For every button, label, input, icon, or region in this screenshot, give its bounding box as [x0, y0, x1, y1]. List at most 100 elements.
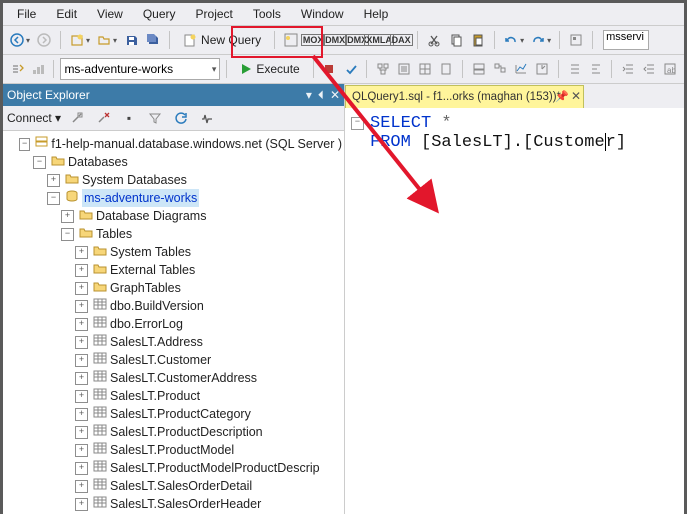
outdent-button[interactable]: [640, 59, 659, 79]
indent-button[interactable]: [618, 59, 637, 79]
expander-icon[interactable]: +: [75, 264, 88, 277]
expander-icon[interactable]: +: [75, 354, 88, 367]
nav-back-button[interactable]: [7, 30, 27, 50]
include-stats-button[interactable]: [28, 59, 47, 79]
expander-icon[interactable]: −: [19, 138, 30, 151]
actual-plan-button[interactable]: [490, 59, 509, 79]
paste-button[interactable]: [468, 30, 488, 50]
tree-node-table[interactable]: +SalesLT.CustomerAddress: [5, 369, 342, 387]
menu-file[interactable]: File: [7, 5, 46, 23]
connect-icon[interactable]: [67, 108, 87, 128]
expander-icon[interactable]: +: [75, 300, 88, 313]
xmla-btn[interactable]: MOX: [303, 30, 323, 50]
expander-icon[interactable]: +: [75, 318, 88, 331]
xmla-btn[interactable]: DAX: [391, 30, 411, 50]
expander-icon[interactable]: +: [75, 498, 88, 511]
expander-icon[interactable]: +: [75, 282, 88, 295]
expander-icon[interactable]: +: [61, 210, 74, 223]
tree-node-table[interactable]: +SalesLT.Address: [5, 333, 342, 351]
execute-button[interactable]: Execute: [233, 58, 306, 80]
window-menu-icon[interactable]: ▾: [306, 88, 312, 103]
pin-icon[interactable]: 📌: [555, 90, 569, 103]
menu-window[interactable]: Window: [291, 5, 354, 23]
disconnect-icon[interactable]: [93, 108, 113, 128]
new-project-button[interactable]: [67, 30, 87, 50]
tree-node-system-tables[interactable]: +System Tables: [5, 243, 342, 261]
expander-icon[interactable]: +: [75, 426, 88, 439]
filter-icon[interactable]: [145, 108, 165, 128]
activity-icon[interactable]: [197, 108, 217, 128]
tree-node-table[interactable]: +dbo.BuildVersion: [5, 297, 342, 315]
xmla-btn[interactable]: XMLA: [369, 30, 389, 50]
expander-icon[interactable]: +: [75, 444, 88, 457]
tree-node-table[interactable]: +SalesLT.ProductCategory: [5, 405, 342, 423]
redo-button[interactable]: [528, 30, 548, 50]
expander-icon[interactable]: +: [75, 408, 88, 421]
tree-node-table[interactable]: +SalesLT.ProductModelProductDescrip: [5, 459, 342, 477]
expander-icon[interactable]: −: [47, 192, 60, 205]
tree-node-table[interactable]: +SalesLT.ProductDescription: [5, 423, 342, 441]
parse-button[interactable]: [341, 59, 360, 79]
code-editor[interactable]: − SELECT * FROM [SalesLT].[Customer]: [345, 108, 684, 514]
expander-icon[interactable]: −: [33, 156, 46, 169]
expander-icon[interactable]: +: [75, 462, 88, 475]
tree-node-tables[interactable]: −Tables: [5, 225, 342, 243]
client-stats-button[interactable]: [533, 59, 552, 79]
tree-node-graph-tables[interactable]: +GraphTables: [5, 279, 342, 297]
expander-icon[interactable]: +: [75, 480, 88, 493]
display-plan-button[interactable]: [373, 59, 392, 79]
tree-node-system-databases[interactable]: +System Databases: [5, 171, 342, 189]
live-stats-button[interactable]: [511, 59, 530, 79]
tree-node-external-tables[interactable]: +External Tables: [5, 261, 342, 279]
menu-edit[interactable]: Edit: [46, 5, 87, 23]
comment-button[interactable]: [565, 59, 584, 79]
tree-node-server[interactable]: −f1-help-manual.database.windows.net (SQ…: [5, 135, 342, 153]
database-dropdown[interactable]: ms-adventure-works ▾: [60, 58, 220, 80]
outline-collapse-icon[interactable]: −: [351, 117, 364, 130]
specify-values-button[interactable]: ab: [661, 59, 680, 79]
expander-icon[interactable]: +: [75, 390, 88, 403]
tree-node-table[interactable]: +SalesLT.ProductModel: [5, 441, 342, 459]
expander-icon[interactable]: −: [61, 228, 74, 241]
close-icon[interactable]: ✕: [330, 88, 340, 103]
results-to-file-button[interactable]: [437, 59, 456, 79]
refresh-icon[interactable]: [171, 108, 191, 128]
expander-icon[interactable]: +: [47, 174, 60, 187]
tree-node-diagrams[interactable]: +Database Diagrams: [5, 207, 342, 225]
menu-project[interactable]: Project: [186, 5, 243, 23]
menu-view[interactable]: View: [87, 5, 133, 23]
xe-button[interactable]: [281, 30, 301, 50]
results-to-text-button[interactable]: [394, 59, 413, 79]
menu-help[interactable]: Help: [354, 5, 399, 23]
expander-icon[interactable]: +: [75, 246, 88, 259]
cut-button[interactable]: [424, 30, 444, 50]
pin-icon[interactable]: ⏴: [318, 88, 324, 103]
new-query-button[interactable]: New Query: [176, 28, 268, 52]
stop-button[interactable]: [320, 59, 339, 79]
menu-tools[interactable]: Tools: [243, 5, 291, 23]
save-all-button[interactable]: [143, 30, 163, 50]
tree-node-table[interactable]: +SalesLT.Customer: [5, 351, 342, 369]
open-file-button[interactable]: [94, 30, 114, 50]
undo-button[interactable]: [501, 30, 521, 50]
use-db-button[interactable]: [7, 59, 26, 79]
object-explorer-tree[interactable]: −f1-help-manual.database.windows.net (SQ…: [3, 131, 344, 514]
tree-node-table[interactable]: +SalesLT.SalesOrderDetail: [5, 477, 342, 495]
tree-node-table[interactable]: +SalesLT.Product: [5, 387, 342, 405]
document-tab[interactable]: QLQuery1.sql - f1...orks (maghan (153))*…: [345, 85, 584, 108]
expander-icon[interactable]: +: [75, 372, 88, 385]
results-pane-button[interactable]: [469, 59, 488, 79]
connect-dropdown[interactable]: Connect ▾: [7, 111, 61, 125]
tree-node-databases[interactable]: −Databases: [5, 153, 342, 171]
template-button[interactable]: [566, 30, 586, 50]
results-to-grid-button[interactable]: [416, 59, 435, 79]
xmla-btn[interactable]: DMX: [325, 30, 345, 50]
stop-icon[interactable]: ▪: [119, 108, 139, 128]
tree-node-table[interactable]: +SalesLT.SalesOrderHeader: [5, 495, 342, 513]
uncomment-button[interactable]: [586, 59, 605, 79]
expander-icon[interactable]: +: [75, 336, 88, 349]
tree-node-table[interactable]: +dbo.ErrorLog: [5, 315, 342, 333]
nav-fwd-button[interactable]: [34, 30, 54, 50]
quick-launch-field[interactable]: msservi: [603, 30, 649, 50]
tree-node-current-db[interactable]: −ms-adventure-works: [5, 189, 342, 207]
